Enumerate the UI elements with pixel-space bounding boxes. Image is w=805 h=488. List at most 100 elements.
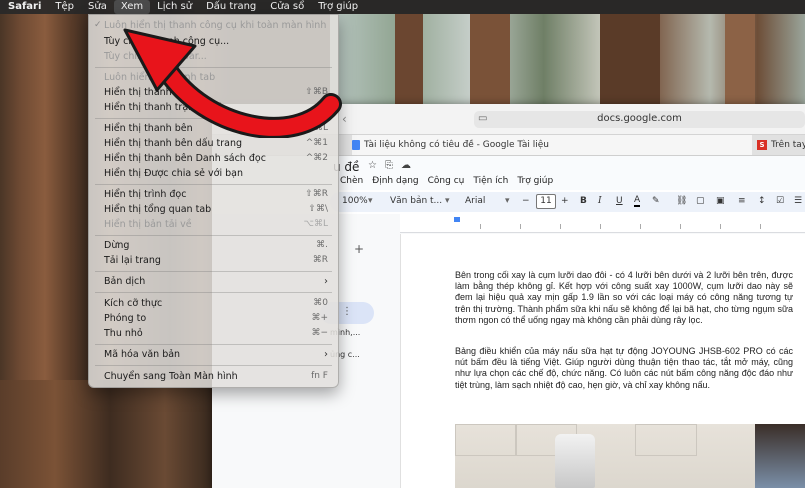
chevron-right-icon: › xyxy=(324,349,328,360)
docs-menu-help[interactable]: Trợ giúp xyxy=(517,176,553,186)
menu-item-actual-size[interactable]: Kích cỡ thực ⌘0 xyxy=(89,296,338,311)
menu-separator xyxy=(95,365,332,366)
menu-item-label: Thu nhỏ xyxy=(104,328,143,339)
menu-item-zoom-in[interactable]: Phóng to ⌘+ xyxy=(89,311,338,326)
more-vertical-icon[interactable]: ⋮ xyxy=(342,306,352,317)
menu-item-label: Bản dịch xyxy=(104,276,146,287)
underline-button[interactable]: U xyxy=(616,196,623,206)
menu-item-show-reader[interactable]: Hiển thị trình đọc ⇧⌘R xyxy=(89,187,338,202)
chevron-down-icon[interactable]: ▾ xyxy=(445,196,450,206)
menu-item-label: Phóng to xyxy=(104,313,147,324)
menu-item-translation[interactable]: Bản dịch › xyxy=(89,274,338,289)
docs-menu-bar: Chèn Định dạng Công cụ Tiện ích Trợ giúp xyxy=(340,176,562,186)
paragraph-style-select[interactable]: Văn bản t... xyxy=(390,196,442,206)
menu-separator xyxy=(95,235,332,236)
align-icon[interactable]: ≡ xyxy=(738,196,746,206)
ruler-tick xyxy=(640,224,641,229)
list-icon[interactable]: ☰ xyxy=(794,196,802,206)
menu-item-show-tab-overview[interactable]: Hiển thị tổng quan tab ⇧⌘\ xyxy=(89,202,338,217)
checklist-icon[interactable]: ☑ xyxy=(776,196,784,206)
menu-separator xyxy=(95,184,332,185)
chevron-right-icon: › xyxy=(324,276,328,287)
wallpaper-trunk xyxy=(725,14,755,114)
italic-button[interactable]: I xyxy=(598,196,602,206)
menu-item-stop[interactable]: Dừng ⌘. xyxy=(89,238,338,253)
menu-shortcut: ⌥⌘L xyxy=(303,219,328,229)
menu-item-show-bookmarks-sidebar[interactable]: Hiển thị thanh bên dấu trang ^⌘1 xyxy=(89,136,338,151)
menu-item-label: Hiển thị thanh bên Danh sách đọc xyxy=(104,153,266,164)
site-favicon-icon: S xyxy=(757,139,767,150)
docs-menu-extensions[interactable]: Tiện ích xyxy=(473,176,508,186)
bold-button[interactable]: B xyxy=(580,196,587,206)
menu-item-label: Dừng xyxy=(104,240,130,251)
menu-item-label: Tải lại trang xyxy=(104,255,161,266)
ruler-tick xyxy=(600,224,601,229)
ruler-tick xyxy=(680,224,681,229)
document-paragraph[interactable]: Bảng điều khiển của máy nấu sữa hạt tự đ… xyxy=(455,346,793,391)
menu-item-label: Kích cỡ thực xyxy=(104,298,163,309)
image-icon[interactable]: ▣ xyxy=(716,196,725,206)
document-page[interactable]: Bên trong cối xay là cụm lưỡi dao đôi - … xyxy=(400,234,805,488)
add-tab-icon[interactable]: + xyxy=(354,242,364,256)
increase-font-icon[interactable]: + xyxy=(561,196,569,206)
person-image xyxy=(755,424,805,488)
menu-shortcut: ⇧⌘R xyxy=(305,189,328,199)
tab-label: Trên tay J xyxy=(771,140,805,150)
star-icon[interactable]: ☆ xyxy=(368,160,385,171)
menu-shortcut: ⇧⌘\ xyxy=(308,204,328,214)
title-actions: ☆⎘☁ xyxy=(368,160,419,171)
highlight-pen-icon[interactable]: ✎ xyxy=(652,196,660,206)
menu-shortcut: ⌘. xyxy=(316,240,328,250)
menu-item-text-encoding[interactable]: Mã hóa văn bản › xyxy=(89,347,338,362)
menu-item-enter-full-screen[interactable]: Chuyển sang Toàn Màn hình fn F xyxy=(89,369,338,384)
move-folder-icon[interactable]: ⎘ xyxy=(385,160,401,171)
font-select[interactable]: Arial xyxy=(465,196,485,206)
cloud-status-icon[interactable]: ☁ xyxy=(401,160,419,171)
text-color-button[interactable]: A xyxy=(634,196,641,207)
wallpaper-trunk xyxy=(600,14,660,114)
document-paragraph[interactable]: Bên trong cối xay là cụm lưỡi dao đôi - … xyxy=(455,270,793,326)
docs-menu-tools[interactable]: Công cụ xyxy=(428,176,465,186)
tab-other[interactable]: S Trên tay J xyxy=(757,135,805,155)
comment-icon[interactable]: ▢ xyxy=(696,196,705,206)
document-image[interactable] xyxy=(455,424,805,488)
indent-marker[interactable] xyxy=(454,217,460,222)
tab-google-docs[interactable]: Tài liệu không có tiêu đề - Google Tài l… xyxy=(352,135,752,155)
menu-item-label: Hiển thị thanh bên dấu trang xyxy=(104,138,243,149)
menu-shortcut: ⌘+ xyxy=(311,313,328,323)
menu-item-label: Hiển thị tổng quan tab xyxy=(104,204,212,215)
menu-shortcut: ⌘− xyxy=(311,328,328,338)
menu-separator xyxy=(95,292,332,293)
chevron-down-icon[interactable]: ▾ xyxy=(368,196,373,206)
photo-tile xyxy=(455,424,517,456)
wallpaper-trunk xyxy=(395,14,423,114)
menu-item-show-reading-list-sidebar[interactable]: Hiển thị thanh bên Danh sách đọc ^⌘2 xyxy=(89,151,338,166)
ruler-tick xyxy=(560,224,561,229)
menu-item-zoom-out[interactable]: Thu nhỏ ⌘− xyxy=(89,326,338,341)
menu-separator xyxy=(95,271,332,272)
menu-shortcut: ^⌘1 xyxy=(305,138,328,148)
menu-item-show-downloads[interactable]: Hiển thị bản tải về ⌥⌘L xyxy=(89,217,338,232)
chevron-down-icon[interactable]: ▾ xyxy=(505,196,510,206)
url-text: docs.google.com xyxy=(597,113,682,124)
menu-item-label: Hiển thị Được chia sẻ với bạn xyxy=(104,168,244,179)
menu-item-reload-page[interactable]: Tải lại trang ⌘R xyxy=(89,253,338,268)
menu-shortcut: ⌘0 xyxy=(313,298,328,308)
ruler-tick xyxy=(760,224,761,229)
ruler-tick xyxy=(720,224,721,229)
decrease-font-icon[interactable]: − xyxy=(522,196,530,206)
address-bar[interactable]: ▭ docs.google.com xyxy=(474,111,805,128)
annotation-arrow-icon xyxy=(123,28,342,138)
menu-item-show-shared-with-you[interactable]: Hiển thị Được chia sẻ với bạn xyxy=(89,166,338,181)
zoom-select[interactable]: 100% xyxy=(342,196,368,206)
docs-menu-format[interactable]: Định dạng xyxy=(372,176,418,186)
menu-shortcut: fn F xyxy=(311,371,328,381)
font-size-input[interactable]: 11 xyxy=(536,194,556,209)
docs-menu-insert[interactable]: Chèn xyxy=(340,176,363,186)
menubar-safari[interactable]: Safari xyxy=(0,0,48,14)
line-spacing-icon[interactable]: ↕ xyxy=(758,196,766,206)
ruler-tick xyxy=(480,224,481,229)
link-icon[interactable]: ⛓ xyxy=(676,196,687,206)
menubar-file[interactable]: Tệp xyxy=(48,0,81,14)
blender-image xyxy=(555,434,595,488)
